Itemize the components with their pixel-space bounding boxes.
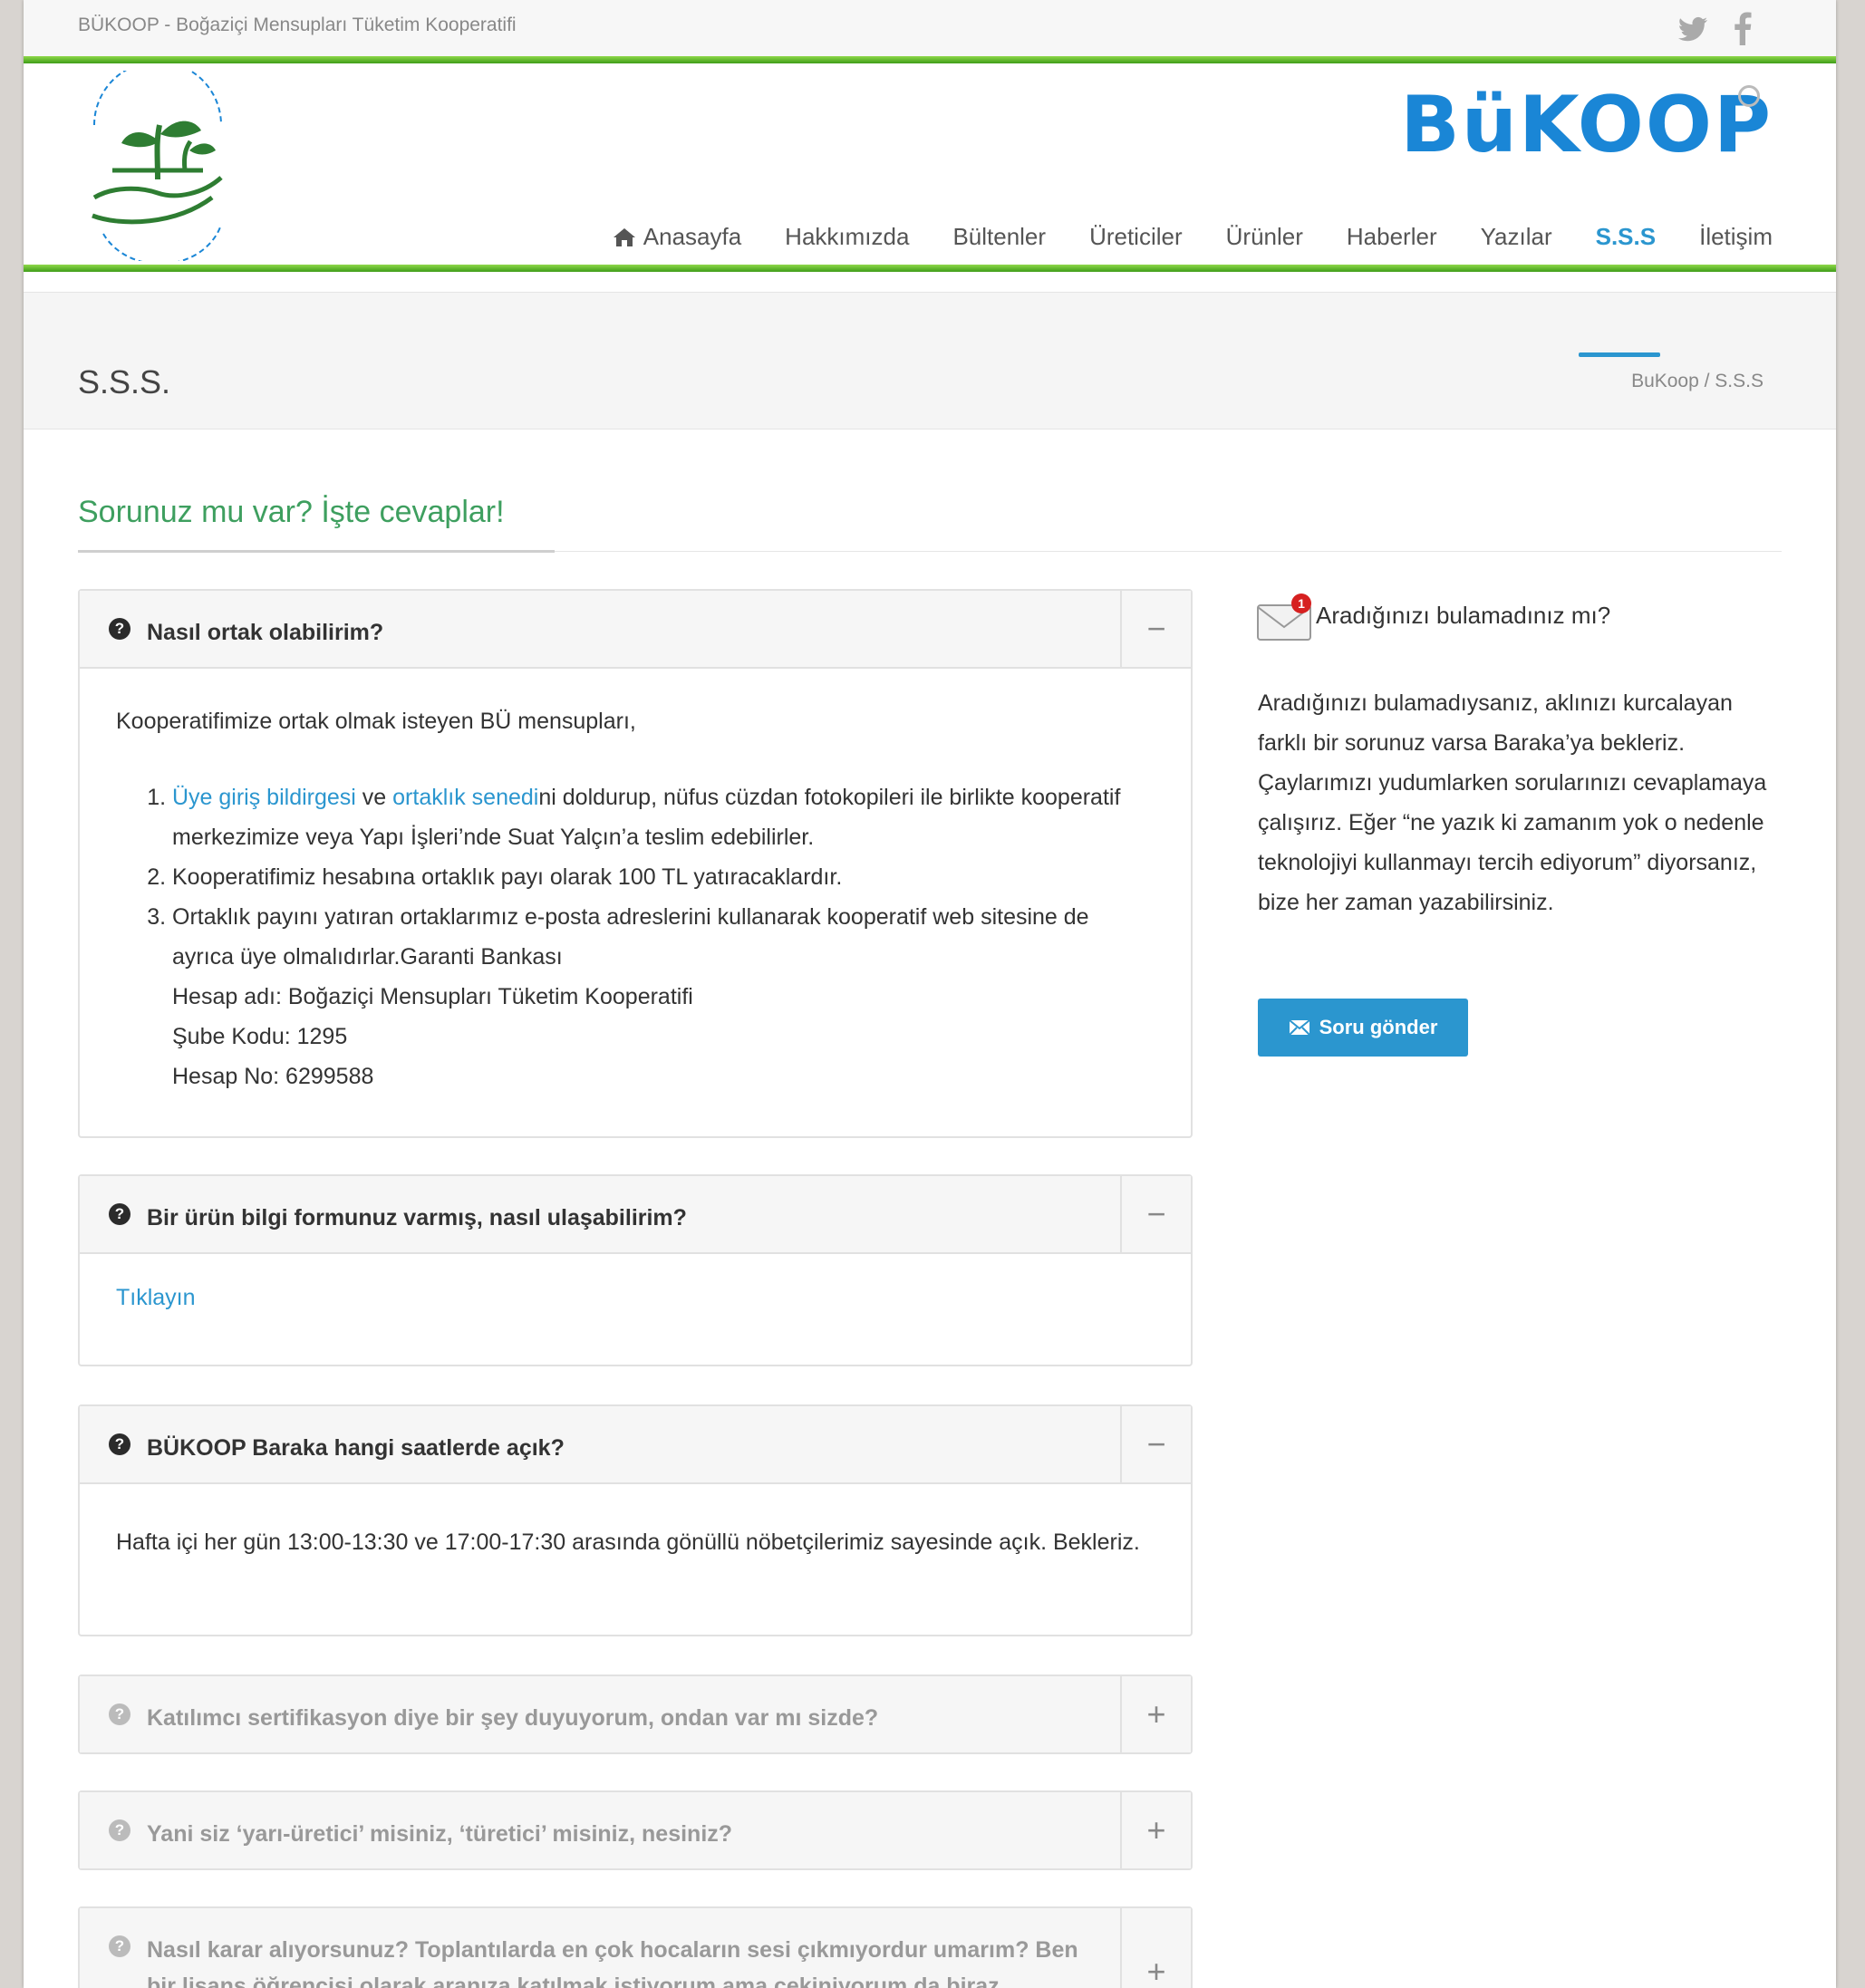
nav-item-newsletters[interactable]: Bültenler xyxy=(931,223,1068,251)
nav-item-home[interactable]: Anasayfa xyxy=(591,223,763,251)
account-name: Hesap adı: Boğaziçi Mensupları Tüketim K… xyxy=(172,984,693,1009)
bukoop-logo[interactable]: BüKOOP xyxy=(1400,80,1773,170)
faq-question[interactable]: Nasıl ortak olabilirim? xyxy=(147,614,1100,651)
faq-question[interactable]: Bir ürün bilgi formunuz varmış, nasıl ul… xyxy=(147,1200,1100,1236)
sidebar-text: Aradığınızı bulamadıysanız, aklınızı kur… xyxy=(1258,690,1767,915)
faq-question-header[interactable]: ? Nasıl ortak olabilirim? − xyxy=(80,591,1191,669)
notification-badge: 1 xyxy=(1298,596,1305,611)
faq-question-header[interactable]: ? Nasıl karar alıyorsunuz? Toplantılarda… xyxy=(80,1908,1191,1988)
search-toggle-icon[interactable] xyxy=(1738,85,1760,107)
question-circle-icon: ? xyxy=(109,1203,130,1225)
collapse-icon[interactable]: − xyxy=(1120,1176,1191,1252)
site-header: BüKOOP Anasayfa Hakkımızda Bültenler Üre… xyxy=(24,63,1836,265)
expand-icon[interactable]: + xyxy=(1120,1676,1191,1752)
expand-icon[interactable]: + xyxy=(1120,1792,1191,1868)
send-question-button[interactable]: Soru gönder xyxy=(1258,999,1468,1057)
step-text: ve xyxy=(355,785,393,810)
page-title: S.S.S. xyxy=(78,363,171,400)
expand-icon[interactable]: + xyxy=(1120,1908,1191,1988)
collapse-icon[interactable]: − xyxy=(1120,1406,1191,1482)
faq-answer: Tıklayın xyxy=(80,1254,1191,1354)
collapse-icon[interactable]: − xyxy=(1120,591,1191,667)
breadcrumb[interactable]: BuKoop / S.S.S xyxy=(1631,371,1764,392)
partnership-deed-link[interactable]: ortaklık senedi xyxy=(392,785,538,810)
faq-question-header[interactable]: ? BÜKOOP Baraka hangi saatlerde açık? − xyxy=(80,1406,1191,1484)
faq-panel: ? Nasıl ortak olabilirim? − Kooperatifim… xyxy=(78,589,1193,1138)
list-item: Kooperatifimiz hesabına ortaklık payı ol… xyxy=(172,857,1155,897)
question-circle-icon: ? xyxy=(109,618,130,640)
home-icon xyxy=(613,227,635,246)
site-title: BÜKOOP - Boğaziçi Mensupları Tüketim Koo… xyxy=(78,14,517,35)
page: BÜKOOP - Boğaziçi Mensupları Tüketim Koo… xyxy=(24,0,1836,1988)
facebook-icon[interactable] xyxy=(1725,11,1762,47)
faq-panel: ? Yani siz ‘yarı-üretici’ misiniz, ‘türe… xyxy=(78,1790,1193,1870)
faq-question-header[interactable]: ? Bir ürün bilgi formunuz varmış, nasıl … xyxy=(80,1176,1191,1254)
answer-intro: Kooperatifimize ortak olmak isteyen BÜ m… xyxy=(116,709,636,734)
nav-item-products[interactable]: Ürünler xyxy=(1204,223,1325,251)
cooperative-logo[interactable] xyxy=(76,71,239,261)
faq-answer: Hafta içi her gün 13:00-13:30 ve 17:00-1… xyxy=(116,1530,1140,1555)
faq-panel: ? Katılımcı sertifikasyon diye bir şey d… xyxy=(78,1674,1193,1754)
section-heading: Sorunuz mu var? İşte cevaplar! xyxy=(78,495,505,529)
nav-label: Anasayfa xyxy=(643,223,742,250)
faq-question[interactable]: BÜKOOP Baraka hangi saatlerde açık? xyxy=(147,1430,1100,1466)
nav-item-contact[interactable]: İletişim xyxy=(1677,223,1773,251)
twitter-icon[interactable] xyxy=(1675,11,1711,47)
title-accent xyxy=(1579,352,1660,357)
section-divider-accent xyxy=(78,550,555,553)
header-top-stripe xyxy=(24,56,1836,63)
faq-panel: ? Nasıl karar alıyorsunuz? Toplantılarda… xyxy=(78,1906,1193,1988)
mail-icon: 1 xyxy=(1257,594,1311,641)
faq-question[interactable]: Yani siz ‘yarı-üretici’ misiniz, ‘türeti… xyxy=(147,1816,1100,1852)
faq-question-header[interactable]: ? Yani siz ‘yarı-üretici’ misiniz, ‘türe… xyxy=(80,1792,1191,1868)
question-circle-icon: ? xyxy=(109,1819,130,1841)
faq-panel: ? BÜKOOP Baraka hangi saatlerde açık? − … xyxy=(78,1404,1193,1636)
top-bar: BÜKOOP - Boğaziçi Mensupları Tüketim Koo… xyxy=(24,0,1836,56)
question-circle-icon: ? xyxy=(109,1703,130,1725)
nav-item-articles[interactable]: Yazılar xyxy=(1459,223,1574,251)
nav-item-producers[interactable]: Üreticiler xyxy=(1068,223,1204,251)
nav-item-about[interactable]: Hakkımızda xyxy=(763,223,931,251)
sidebar-title: Aradığınızı bulamadınız mı? xyxy=(1316,602,1611,629)
branch-code: Şube Kodu: 1295 xyxy=(172,1024,348,1049)
faq-panel: ? Bir ürün bilgi formunuz varmış, nasıl … xyxy=(78,1174,1193,1366)
send-question-label: Soru gönder xyxy=(1319,1016,1438,1038)
main-nav: Anasayfa Hakkımızda Bültenler Üreticiler… xyxy=(591,223,1773,251)
list-item: Üye giriş bildirgesi ve ortaklık senedin… xyxy=(172,777,1155,857)
list-item: Ortaklık payını yatıran ortaklarımız e-p… xyxy=(172,897,1155,1096)
form-link[interactable]: Tıklayın xyxy=(116,1285,196,1310)
header-bottom-stripe xyxy=(24,265,1836,272)
membership-form-link[interactable]: Üye giriş bildirgesi xyxy=(172,785,356,810)
envelope-icon xyxy=(1288,1019,1310,1036)
faq-answer: Kooperatifimize ortak olmak isteyen BÜ m… xyxy=(80,669,1191,1133)
question-circle-icon: ? xyxy=(109,1935,130,1957)
faq-question[interactable]: Nasıl karar alıyorsunuz? Toplantılarda e… xyxy=(147,1932,1100,1988)
step-text: Ortaklık payını yatıran ortaklarımız e-p… xyxy=(172,904,1089,970)
steps-list: Üye giriş bildirgesi ve ortaklık senedin… xyxy=(116,777,1155,1096)
question-circle-icon: ? xyxy=(109,1433,130,1455)
faq-question[interactable]: Katılımcı sertifikasyon diye bir şey duy… xyxy=(147,1700,1100,1736)
page-title-band: S.S.S. BuKoop / S.S.S xyxy=(24,292,1836,429)
faq-question-header[interactable]: ? Katılımcı sertifikasyon diye bir şey d… xyxy=(80,1676,1191,1752)
nav-item-faq[interactable]: S.S.S xyxy=(1574,223,1677,251)
account-number: Hesap No: 6299588 xyxy=(172,1064,374,1089)
nav-item-news[interactable]: Haberler xyxy=(1325,223,1459,251)
